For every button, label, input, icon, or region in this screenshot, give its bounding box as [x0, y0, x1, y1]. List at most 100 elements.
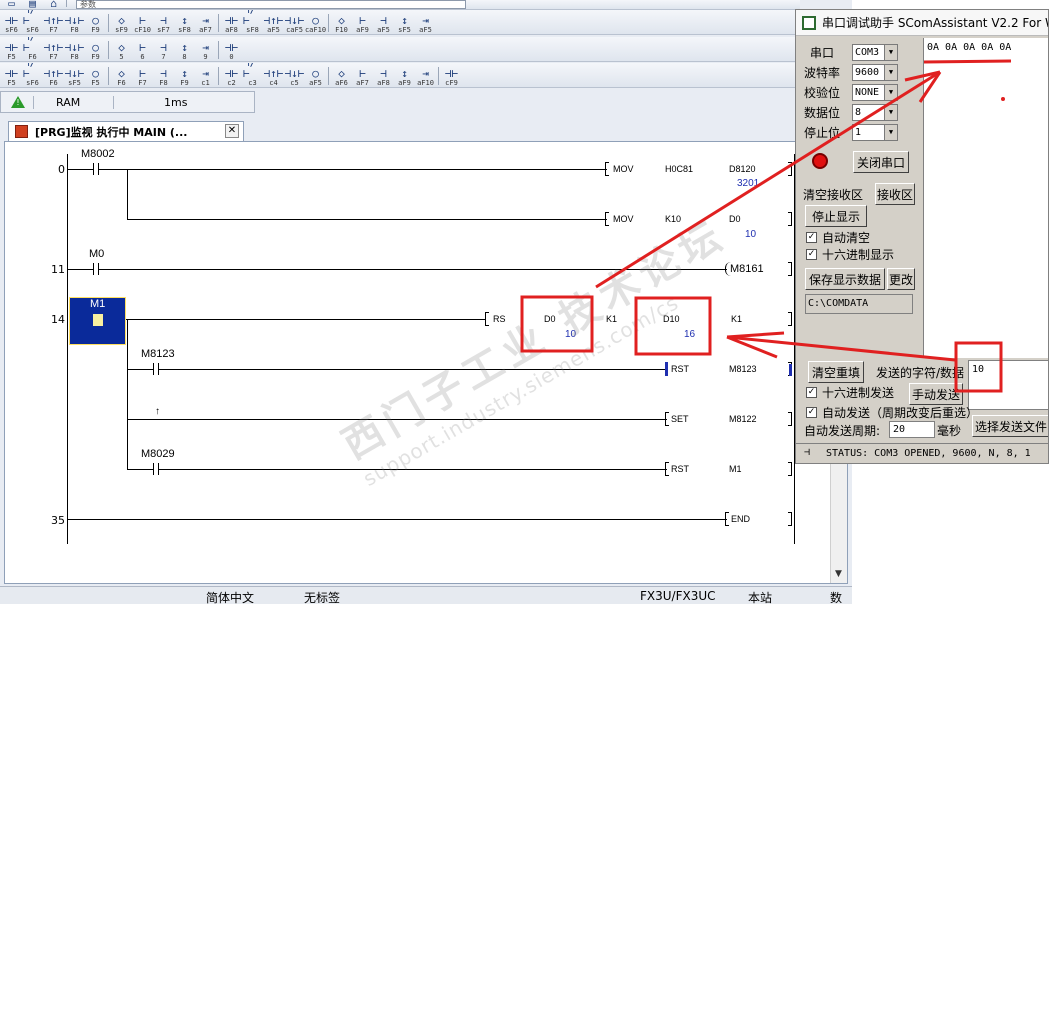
scroll-down-icon[interactable]: ▼: [835, 569, 842, 579]
instruction-arg[interactable]: K1: [731, 314, 742, 324]
ladder-cursor[interactable]: M1: [69, 297, 126, 345]
close-port-button[interactable]: 关闭串口: [853, 151, 909, 173]
chevron-down-icon[interactable]: ▼: [884, 44, 897, 60]
chevron-down-icon[interactable]: ▼: [884, 84, 897, 100]
ladder-symbol-button[interactable]: ○ caF10: [305, 12, 326, 34]
ladder-symbol-button[interactable]: ⊣ F8: [154, 65, 173, 87]
save-data-button[interactable]: 保存显示数据: [805, 268, 885, 290]
chevron-down-icon[interactable]: ▼: [884, 104, 897, 120]
clear-recv-button[interactable]: 清空接收区: [803, 183, 869, 205]
ladder-symbol-button[interactable]: ⊢ aF9: [353, 12, 372, 34]
ladder-symbol-button[interactable]: ⇥ 9: [196, 39, 215, 61]
ladder-symbol-button[interactable]: ⇥ aF10: [416, 65, 435, 87]
instruction-op[interactable]: MOV: [613, 164, 634, 174]
ladder-symbol-button[interactable]: ⊣↑⊢ F7: [44, 12, 64, 34]
contact-m0[interactable]: [93, 263, 99, 275]
choose-file-button[interactable]: 选择发送文件: [972, 415, 1048, 437]
instruction-arg[interactable]: D10: [663, 314, 680, 324]
ladder-symbol-button[interactable]: ↕ 8: [175, 39, 194, 61]
send-input[interactable]: 10: [968, 360, 1048, 410]
port-select[interactable]: COM3 ▼: [852, 43, 898, 61]
ladder-symbol-button[interactable]: ⊣↓⊢ sF5: [65, 65, 85, 87]
ladder-editor[interactable]: 0 M8002 MOV H0C81 D8120 3201 MOV K10 D0 …: [4, 141, 848, 584]
ladder-symbol-button[interactable]: ◇ F6: [112, 65, 131, 87]
instruction-dst[interactable]: D8120: [729, 164, 756, 174]
ladder-symbol-button[interactable]: ⊣⊢ F5: [2, 39, 21, 61]
instruction-arg[interactable]: K1: [606, 314, 617, 324]
ladder-symbol-button[interactable]: ⇥ c1: [196, 65, 215, 87]
ladder-symbol-button[interactable]: ⊣ 7: [154, 39, 173, 61]
ladder-symbol-button[interactable]: ⊣↑⊢ F7: [44, 39, 64, 61]
instruction-op[interactable]: RST: [671, 464, 689, 474]
ladder-symbol-button[interactable]: ⊢ aF7: [353, 65, 372, 87]
ladder-symbol-button[interactable]: ◇ F10: [332, 12, 351, 34]
ladder-symbol-button[interactable]: ⊣/⊢sF8: [243, 10, 262, 34]
manual-send-button[interactable]: 手动发送: [909, 383, 963, 405]
instruction-op[interactable]: RS: [493, 314, 506, 324]
ladder-symbol-button[interactable]: ○ F5: [86, 65, 105, 87]
instruction-op[interactable]: SET: [671, 414, 689, 424]
ladder-symbol-button[interactable]: ⊣⊢ 0: [222, 39, 241, 61]
ladder-symbol-button[interactable]: ⊣↓⊢ caF5: [285, 12, 305, 34]
chevron-down-icon[interactable]: ▼: [884, 124, 897, 140]
instruction-dev[interactable]: M1: [729, 464, 742, 474]
baud-select[interactable]: 9600 ▼: [852, 63, 898, 81]
instruction-arg[interactable]: D0: [544, 314, 556, 324]
ladder-symbol-button[interactable]: ◇ 5: [112, 39, 131, 61]
ladder-symbol-button[interactable]: ↕ sF5: [395, 12, 414, 34]
toolbar-button[interactable]: ▤: [23, 0, 42, 9]
contact-m8002[interactable]: [93, 163, 99, 175]
auto-period-input[interactable]: 20: [889, 421, 935, 438]
parity-select[interactable]: NONE ▼: [852, 83, 898, 101]
ladder-symbol-button[interactable]: ⊢ cF10: [133, 12, 152, 34]
ladder-symbol-button[interactable]: ⊢ F7: [133, 65, 152, 87]
close-icon[interactable]: ✕: [225, 124, 239, 138]
instruction-src[interactable]: H0C81: [665, 164, 693, 174]
ladder-symbol-button[interactable]: ↕ F9: [175, 65, 194, 87]
ladder-symbol-button[interactable]: ⊣⊢ cF9: [442, 65, 461, 87]
auto-clear-checkbox[interactable]: ✓ 自动清空: [806, 229, 870, 246]
ladder-symbol-button[interactable]: ⊣↓⊢ F8: [65, 12, 85, 34]
ladder-symbol-button[interactable]: ⊣⊢ c2: [222, 65, 241, 87]
instruction-dev[interactable]: M8123: [729, 364, 757, 374]
ladder-symbol-button[interactable]: ⇥ aF5: [416, 12, 435, 34]
ladder-symbol-button[interactable]: ⊣/⊢sF6: [23, 63, 42, 87]
instruction-src[interactable]: K10: [665, 214, 681, 224]
hex-send-checkbox[interactable]: ✓ 十六进制发送: [806, 384, 894, 401]
stop-display-button[interactable]: 停止显示: [805, 205, 867, 227]
instruction-dev[interactable]: M8122: [729, 414, 757, 424]
toolbar-button[interactable]: ▭: [2, 0, 21, 9]
hex-display-checkbox[interactable]: ✓ 十六进制显示: [806, 246, 894, 263]
ladder-symbol-button[interactable]: ⊣ aF5: [374, 12, 393, 34]
databits-select[interactable]: 8 ▼: [852, 103, 898, 121]
ladder-symbol-button[interactable]: ⊣⊢ sF6: [2, 12, 21, 34]
coil-device[interactable]: M8161: [730, 263, 764, 275]
instruction-dst[interactable]: D0: [729, 214, 741, 224]
instruction-end[interactable]: END: [731, 514, 750, 524]
ladder-symbol-button[interactable]: ⊣↑⊢ aF5: [264, 12, 284, 34]
ladder-symbol-button[interactable]: ⊣ sF7: [154, 12, 173, 34]
ladder-symbol-button[interactable]: ⊣/⊢sF6: [23, 10, 42, 34]
ladder-symbol-button[interactable]: ⊣↑⊢ c4: [264, 65, 284, 87]
ladder-symbol-button[interactable]: ⊣/⊢c3: [243, 63, 262, 87]
ladder-symbol-button[interactable]: ↕ sF8: [175, 12, 194, 34]
recv-area-button[interactable]: 接收区: [875, 183, 915, 205]
toolbar-button[interactable]: ⌂: [44, 0, 63, 9]
change-path-button[interactable]: 更改: [887, 268, 915, 290]
auto-send-checkbox[interactable]: ✓ 自动发送（周期改变后重选）: [806, 404, 978, 421]
ladder-symbol-button[interactable]: ⊣↓⊢ c5: [285, 65, 305, 87]
ladder-symbol-button[interactable]: ⊣↑⊢ F6: [44, 65, 64, 87]
ladder-symbol-button[interactable]: ○ F9: [86, 12, 105, 34]
ladder-symbol-button[interactable]: ⊣ aF8: [374, 65, 393, 87]
ladder-symbol-button[interactable]: ◇ sF9: [112, 12, 131, 34]
instruction-op[interactable]: RST: [671, 364, 689, 374]
stopbits-select[interactable]: 1 ▼: [852, 123, 898, 141]
ladder-symbol-button[interactable]: ⇥ aF7: [196, 12, 215, 34]
ladder-symbol-button[interactable]: ◇ aF6: [332, 65, 351, 87]
ladder-symbol-button[interactable]: ⊣⊢ F5: [2, 65, 21, 87]
chevron-down-icon[interactable]: ▼: [884, 64, 897, 80]
ladder-symbol-button[interactable]: ⊣↓⊢ F8: [65, 39, 85, 61]
ladder-symbol-button[interactable]: ○ aF5: [306, 65, 325, 87]
ladder-symbol-button[interactable]: ⊣⊢ aF8: [222, 12, 241, 34]
contact-m8123[interactable]: [153, 363, 159, 375]
